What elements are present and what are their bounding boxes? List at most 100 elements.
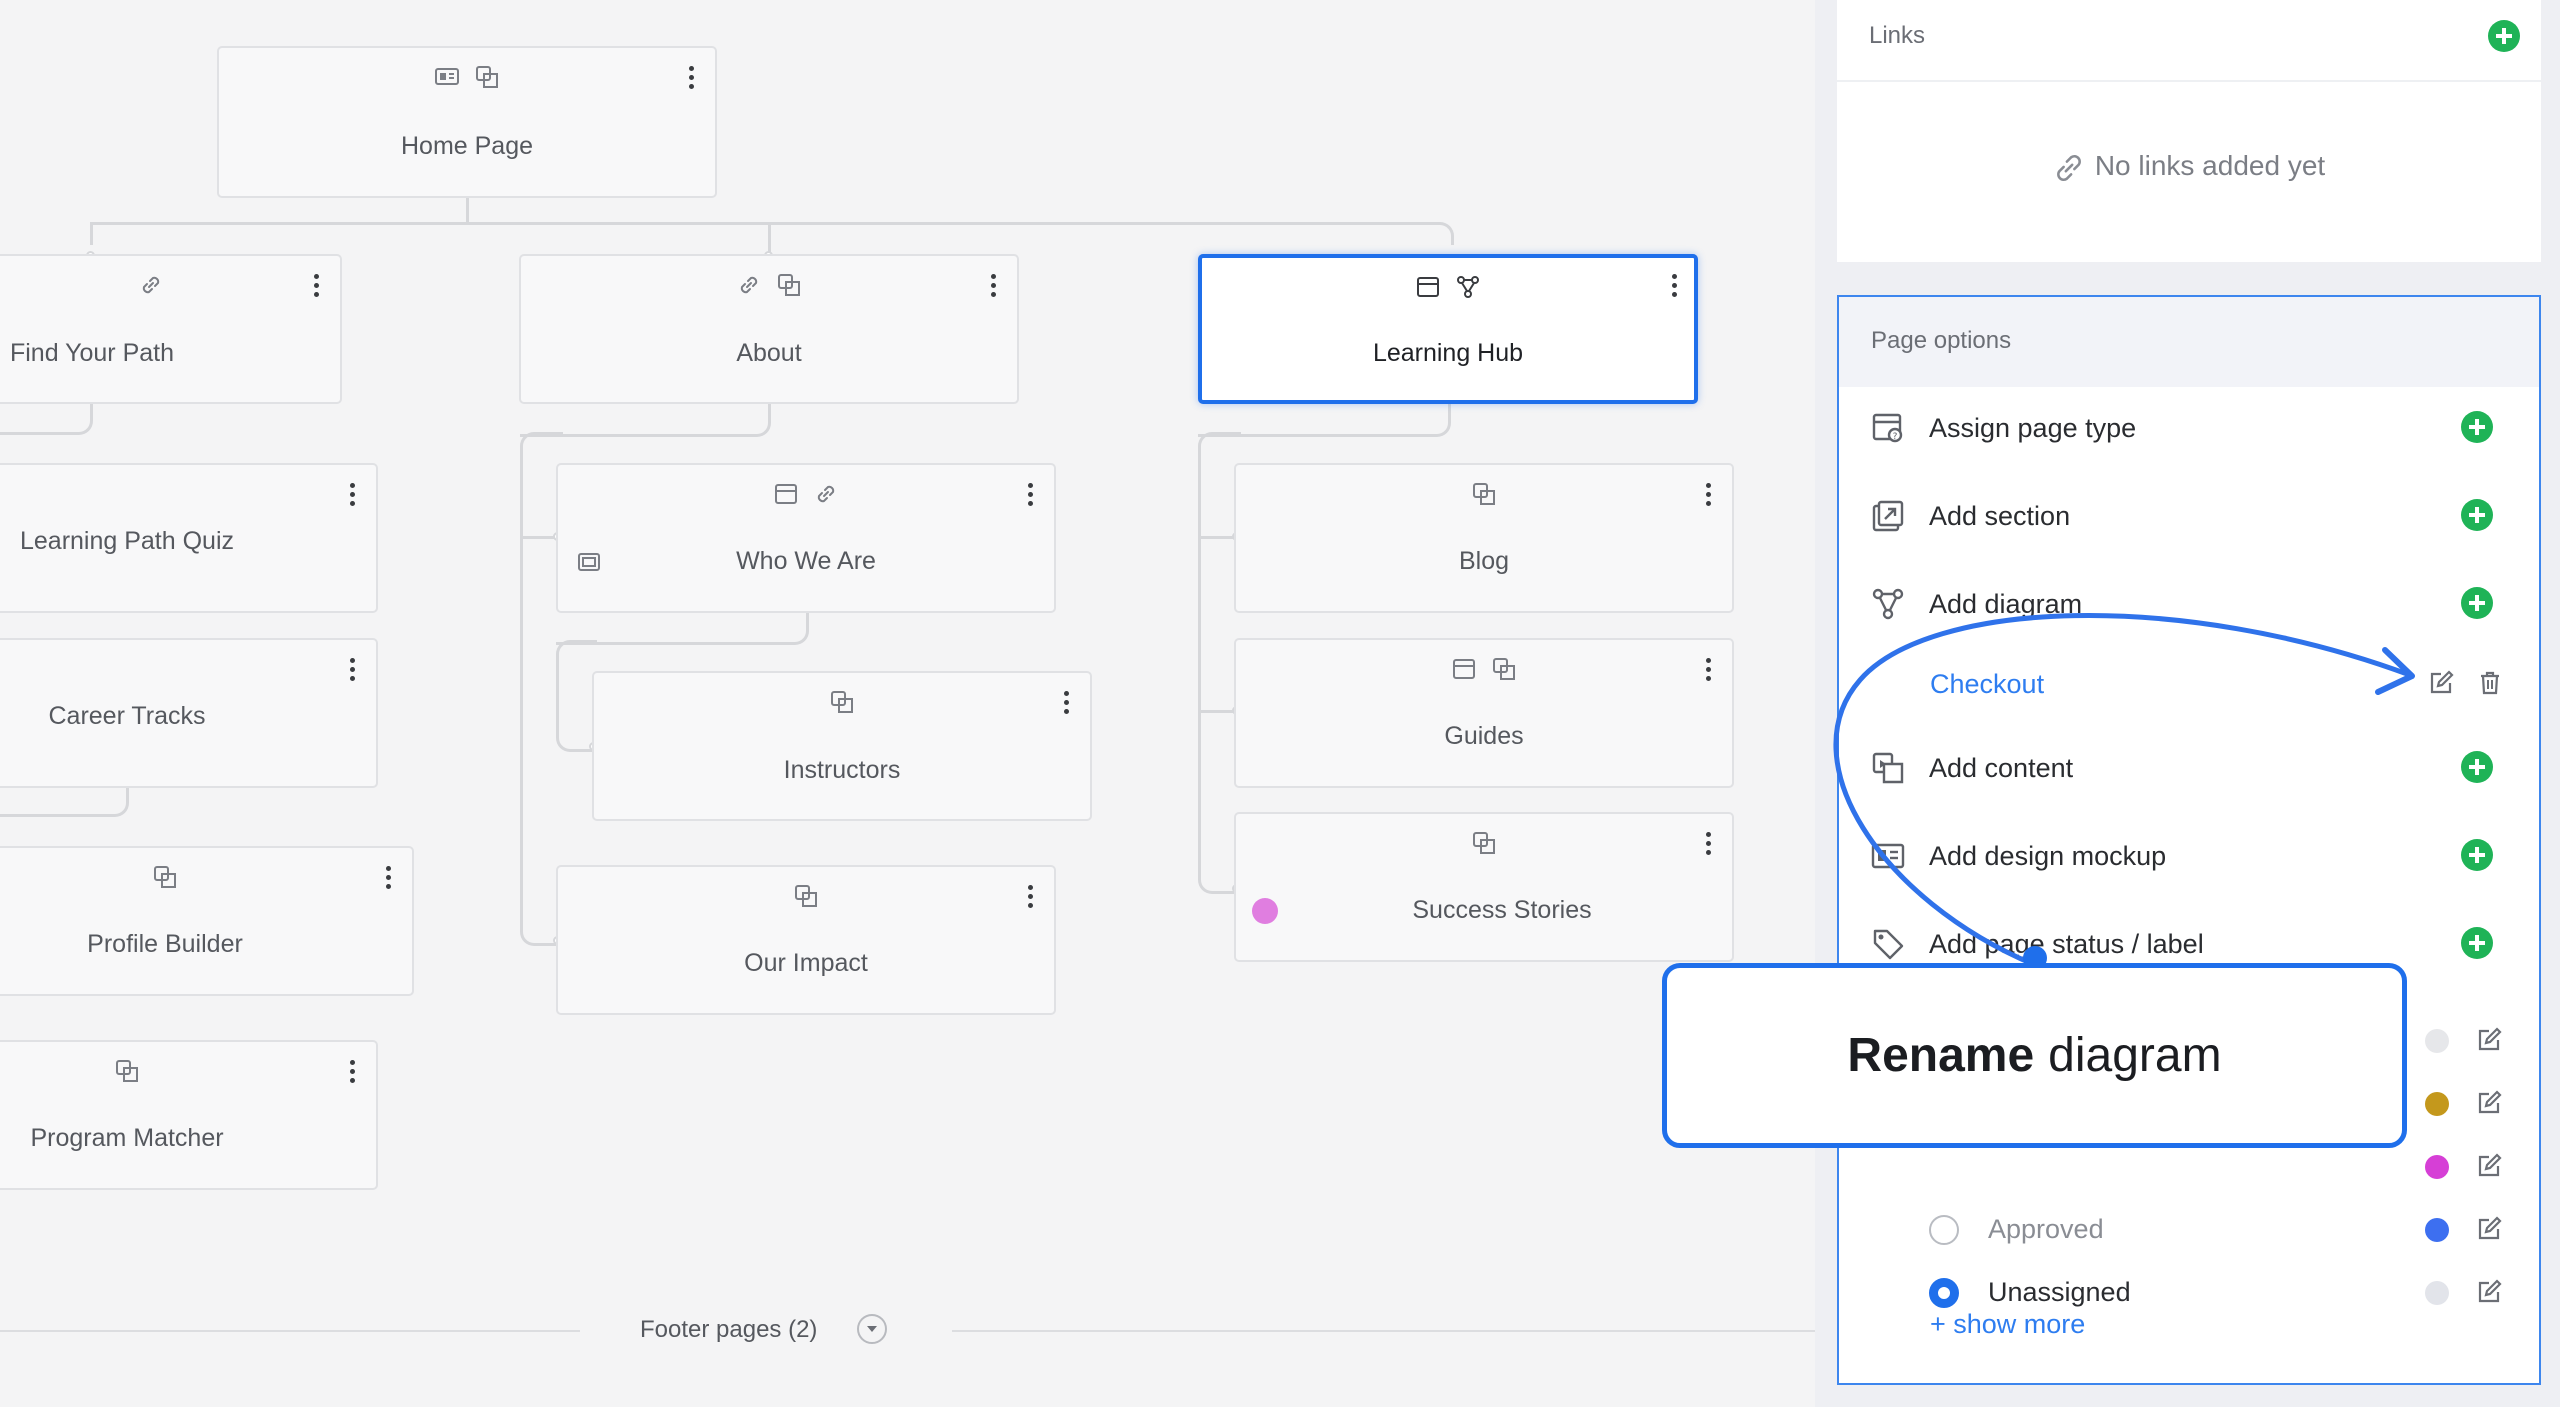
callout-rest: diagram <box>2048 1029 2222 1082</box>
card-icons <box>1236 481 1732 507</box>
more-options-icon[interactable] <box>386 866 392 893</box>
card-icons <box>0 864 348 890</box>
more-options-icon[interactable] <box>1706 483 1712 510</box>
links-empty-text: No links added yet <box>2094 150 2326 181</box>
footer-pages-toggle[interactable] <box>857 1314 887 1344</box>
links-empty-state: No links added yet <box>1837 150 2541 184</box>
connector <box>90 222 1454 245</box>
sitemap-canvas[interactable]: Home Page Find Your Path About Learning … <box>0 0 1815 1407</box>
link-icon <box>740 276 758 294</box>
page-card-learning-hub[interactable]: Learning Hub <box>1198 254 1698 404</box>
page-label: Who We Are <box>736 547 876 575</box>
add-page-status-button[interactable] <box>2461 927 2493 959</box>
add-design-mockup-button[interactable] <box>2461 839 2493 871</box>
more-options-icon[interactable] <box>350 658 356 685</box>
more-options-icon[interactable] <box>1706 658 1712 685</box>
link-icon <box>817 485 835 503</box>
content-icon <box>1473 483 1495 505</box>
more-options-icon[interactable] <box>1064 691 1070 718</box>
content-icon <box>1872 752 1904 784</box>
content-icon <box>116 1060 138 1082</box>
content-icon <box>778 274 800 296</box>
status-color-swatch <box>2425 1155 2449 1179</box>
card-icons <box>219 64 715 90</box>
page-card-blog[interactable]: Blog <box>1234 463 1734 613</box>
connector <box>1198 536 1236 539</box>
add-content-row[interactable]: Add content <box>1839 731 2539 811</box>
page-card-program-matcher[interactable]: Program Matcher <box>0 1040 378 1190</box>
page-type-icon <box>1453 659 1475 679</box>
more-options-icon[interactable] <box>350 1060 356 1087</box>
status-radio-selected[interactable] <box>1929 1278 1959 1308</box>
link-icon <box>2056 154 2081 181</box>
page-card-guides[interactable]: Guides <box>1234 638 1734 788</box>
add-design-mockup-label: Add design mockup <box>1929 841 2167 871</box>
connector <box>0 404 93 435</box>
page-label: Guides <box>1444 722 1524 750</box>
edit-icon[interactable] <box>2475 1278 2503 1306</box>
links-header: Links <box>1837 0 2541 82</box>
add-content-label: Add content <box>1929 753 2074 783</box>
more-options-icon[interactable] <box>689 66 695 93</box>
add-section-button[interactable] <box>2461 499 2493 531</box>
add-section-row[interactable]: Add section <box>1839 479 2539 559</box>
connector <box>0 786 129 817</box>
content-icon <box>154 866 176 888</box>
page-type-icon <box>775 484 797 504</box>
page-label: Home Page <box>400 132 534 160</box>
add-link-button[interactable] <box>2488 20 2520 52</box>
add-diagram-button[interactable] <box>2461 587 2493 619</box>
divider <box>952 1330 1815 1332</box>
page-label: Learning Path Quiz <box>19 527 235 555</box>
status-color-swatch <box>2425 1029 2449 1053</box>
status-color-swatch <box>2425 1218 2449 1242</box>
show-more-link[interactable]: + show more <box>1930 1309 2085 1340</box>
page-card-about[interactable]: About <box>519 254 1019 404</box>
add-page-type-button[interactable] <box>2461 411 2493 443</box>
status-label: Approved <box>1988 1214 2104 1244</box>
page-label: About <box>736 339 802 367</box>
more-options-icon[interactable] <box>1706 832 1712 859</box>
svg-text:?: ? <box>1893 432 1898 442</box>
callout-bold: Rename <box>1847 1029 2035 1082</box>
edit-icon[interactable] <box>2475 1152 2503 1180</box>
more-options-icon[interactable] <box>1028 483 1034 510</box>
status-color-swatch <box>2425 1092 2449 1116</box>
card-icons <box>558 481 1054 507</box>
card-icons <box>594 689 1090 715</box>
page-card-home[interactable]: Home Page <box>217 46 717 198</box>
more-options-icon[interactable] <box>1028 885 1034 912</box>
status-radio[interactable] <box>1929 1215 1959 1245</box>
page-type-icon: ? <box>1872 413 1903 443</box>
page-card-our-impact[interactable]: Our Impact <box>556 865 1056 1015</box>
card-icons <box>558 883 1054 909</box>
edit-icon[interactable] <box>2475 1089 2503 1117</box>
trash-icon[interactable] <box>2476 669 2504 697</box>
diagram-link-checkout[interactable]: Checkout <box>1930 669 2044 700</box>
page-card-success-stories[interactable]: Success Stories <box>1234 812 1734 962</box>
add-content-button[interactable] <box>2461 751 2493 783</box>
page-options-section: Page options ? Assign page type Add sect… <box>1837 295 2541 1385</box>
more-options-icon[interactable] <box>991 274 997 301</box>
edit-icon[interactable] <box>2475 1215 2503 1243</box>
content-icon <box>1473 832 1495 854</box>
page-card-instructors[interactable]: Instructors <box>592 671 1092 821</box>
footer-pages-row: Footer pages (2) <box>0 1310 1815 1350</box>
more-options-icon[interactable] <box>1672 274 1678 301</box>
footer-pages-label: Footer pages (2) <box>640 1316 818 1343</box>
assign-page-type-row[interactable]: ? Assign page type <box>1839 391 2539 471</box>
status-row-approved[interactable]: Approved <box>1839 1201 2539 1261</box>
more-options-icon[interactable] <box>314 274 320 301</box>
more-options-icon[interactable] <box>350 483 356 510</box>
add-design-mockup-row[interactable]: Add design mockup <box>1839 819 2539 899</box>
edit-icon[interactable] <box>2475 1026 2503 1054</box>
add-diagram-row[interactable]: Add diagram <box>1839 567 2539 647</box>
edit-icon[interactable] <box>2427 669 2455 697</box>
page-card-learning-path-quiz[interactable]: Learning Path Quiz <box>0 463 378 613</box>
connector <box>768 222 771 254</box>
page-card-profile-builder[interactable]: Profile Builder <box>0 846 414 996</box>
page-card-find-your-path[interactable]: Find Your Path <box>0 254 342 404</box>
links-title: Links <box>1869 22 1926 49</box>
page-card-career-tracks[interactable]: Career Tracks <box>0 638 378 788</box>
page-card-who-we-are[interactable]: Who We Are <box>556 463 1056 613</box>
